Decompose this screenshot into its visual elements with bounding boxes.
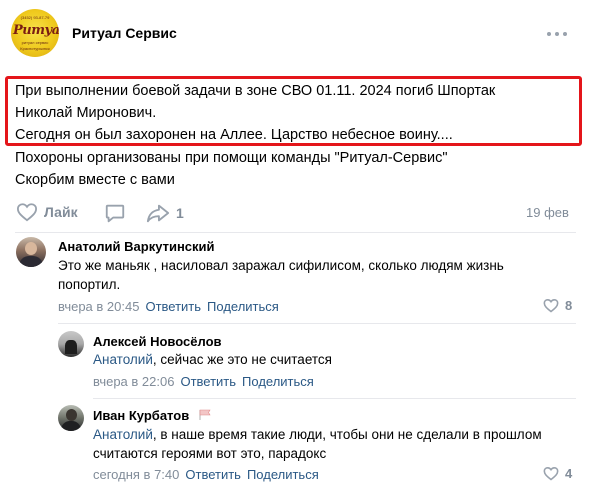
post-actions: Лайк 1 [0,200,591,226]
like-button[interactable]: Лайк [16,202,78,222]
post-text-line: Скорбим вместе с вами [15,172,175,188]
comment-text-line: Это же маньяк , насиловал заражал сифили… [58,258,504,273]
divider [58,323,576,324]
logo-text: Ритуал [13,23,59,38]
mention-link[interactable]: Анатолий [93,427,153,442]
post-text-line: При выполнении боевой задачи в зоне СВО … [15,83,496,99]
divider [15,232,576,233]
comment-text-line: считаются героями вот это, парадокс [93,446,327,461]
post-header: (3452) 93-87-79 Ритуал ритуал сервис Кра… [0,0,591,70]
share-link[interactable]: Поделиться [247,467,319,482]
post-text-line: Сегодня он был захоронен на Аллее. Царст… [15,127,453,143]
reply-link[interactable]: Ответить [185,467,241,482]
avatar[interactable] [58,331,84,357]
comment-time[interactable]: вчера в 20:45 [58,299,139,314]
mention-link[interactable]: Анатолий [93,352,153,367]
comment-author[interactable]: Анатолий Варкутинский [58,239,215,254]
logo-subtitle: ритуал сервис [21,40,49,45]
comment-time[interactable]: вчера в 22:06 [93,374,174,389]
comment-like-count: 8 [565,298,573,313]
comment-text: , сейчас же это не считается [152,352,332,367]
avatar[interactable] [58,405,84,431]
comment-like-count: 4 [565,466,573,481]
comment-icon [105,204,125,223]
heart-icon [543,467,559,481]
logo-city: Краснотурьинск [20,46,50,51]
reply-link[interactable]: Ответить [180,374,236,389]
comment-meta: сегодня в 7:40 Ответить Поделиться [93,467,319,482]
more-icon[interactable] [547,30,569,38]
flag-icon [199,409,211,420]
post-date[interactable]: 19 фев [526,205,569,220]
comment-like-button[interactable]: 4 [543,466,572,481]
comment-author-name: Иван Курбатов [93,408,190,423]
comment-button[interactable] [104,202,126,224]
group-avatar[interactable]: (3452) 93-87-79 Ритуал ритуал сервис Кра… [11,9,59,57]
group-name[interactable]: Ритуал Сервис [72,25,177,41]
comment-text-line: Анатолий, в наше время такие люди, чтобы… [93,425,542,445]
comment-like-button[interactable]: 8 [543,298,572,313]
divider [93,398,576,399]
share-link[interactable]: Поделиться [242,374,314,389]
post-text-line: Похороны организованы при помощи команды… [15,150,448,166]
share-arrow-icon [146,204,170,223]
comment-text-line: Анатолий, сейчас же это не считается [93,350,332,370]
reply-link[interactable]: Ответить [145,299,201,314]
heart-icon [543,299,559,313]
share-link[interactable]: Поделиться [207,299,279,314]
comment-text-line: попортил. [58,277,121,292]
comment-text: , в наше время такие люди, чтобы они не … [152,427,542,442]
heart-icon [16,203,38,222]
comment-time[interactable]: сегодня в 7:40 [93,467,179,482]
comment-meta: вчера в 20:45 Ответить Поделиться [58,299,279,314]
post-text-line: Николай Миронович. [15,105,157,121]
comment-author[interactable]: Иван Курбатов [93,408,213,423]
like-label: Лайк [44,204,78,220]
logo-phone: (3452) 93-87-79 [20,15,50,20]
comment-meta: вчера в 22:06 Ответить Поделиться [93,374,314,389]
share-count: 1 [176,205,184,221]
comment-author[interactable]: Алексей Новосёлов [93,334,222,349]
avatar[interactable] [16,237,46,267]
share-button[interactable]: 1 [146,202,184,224]
